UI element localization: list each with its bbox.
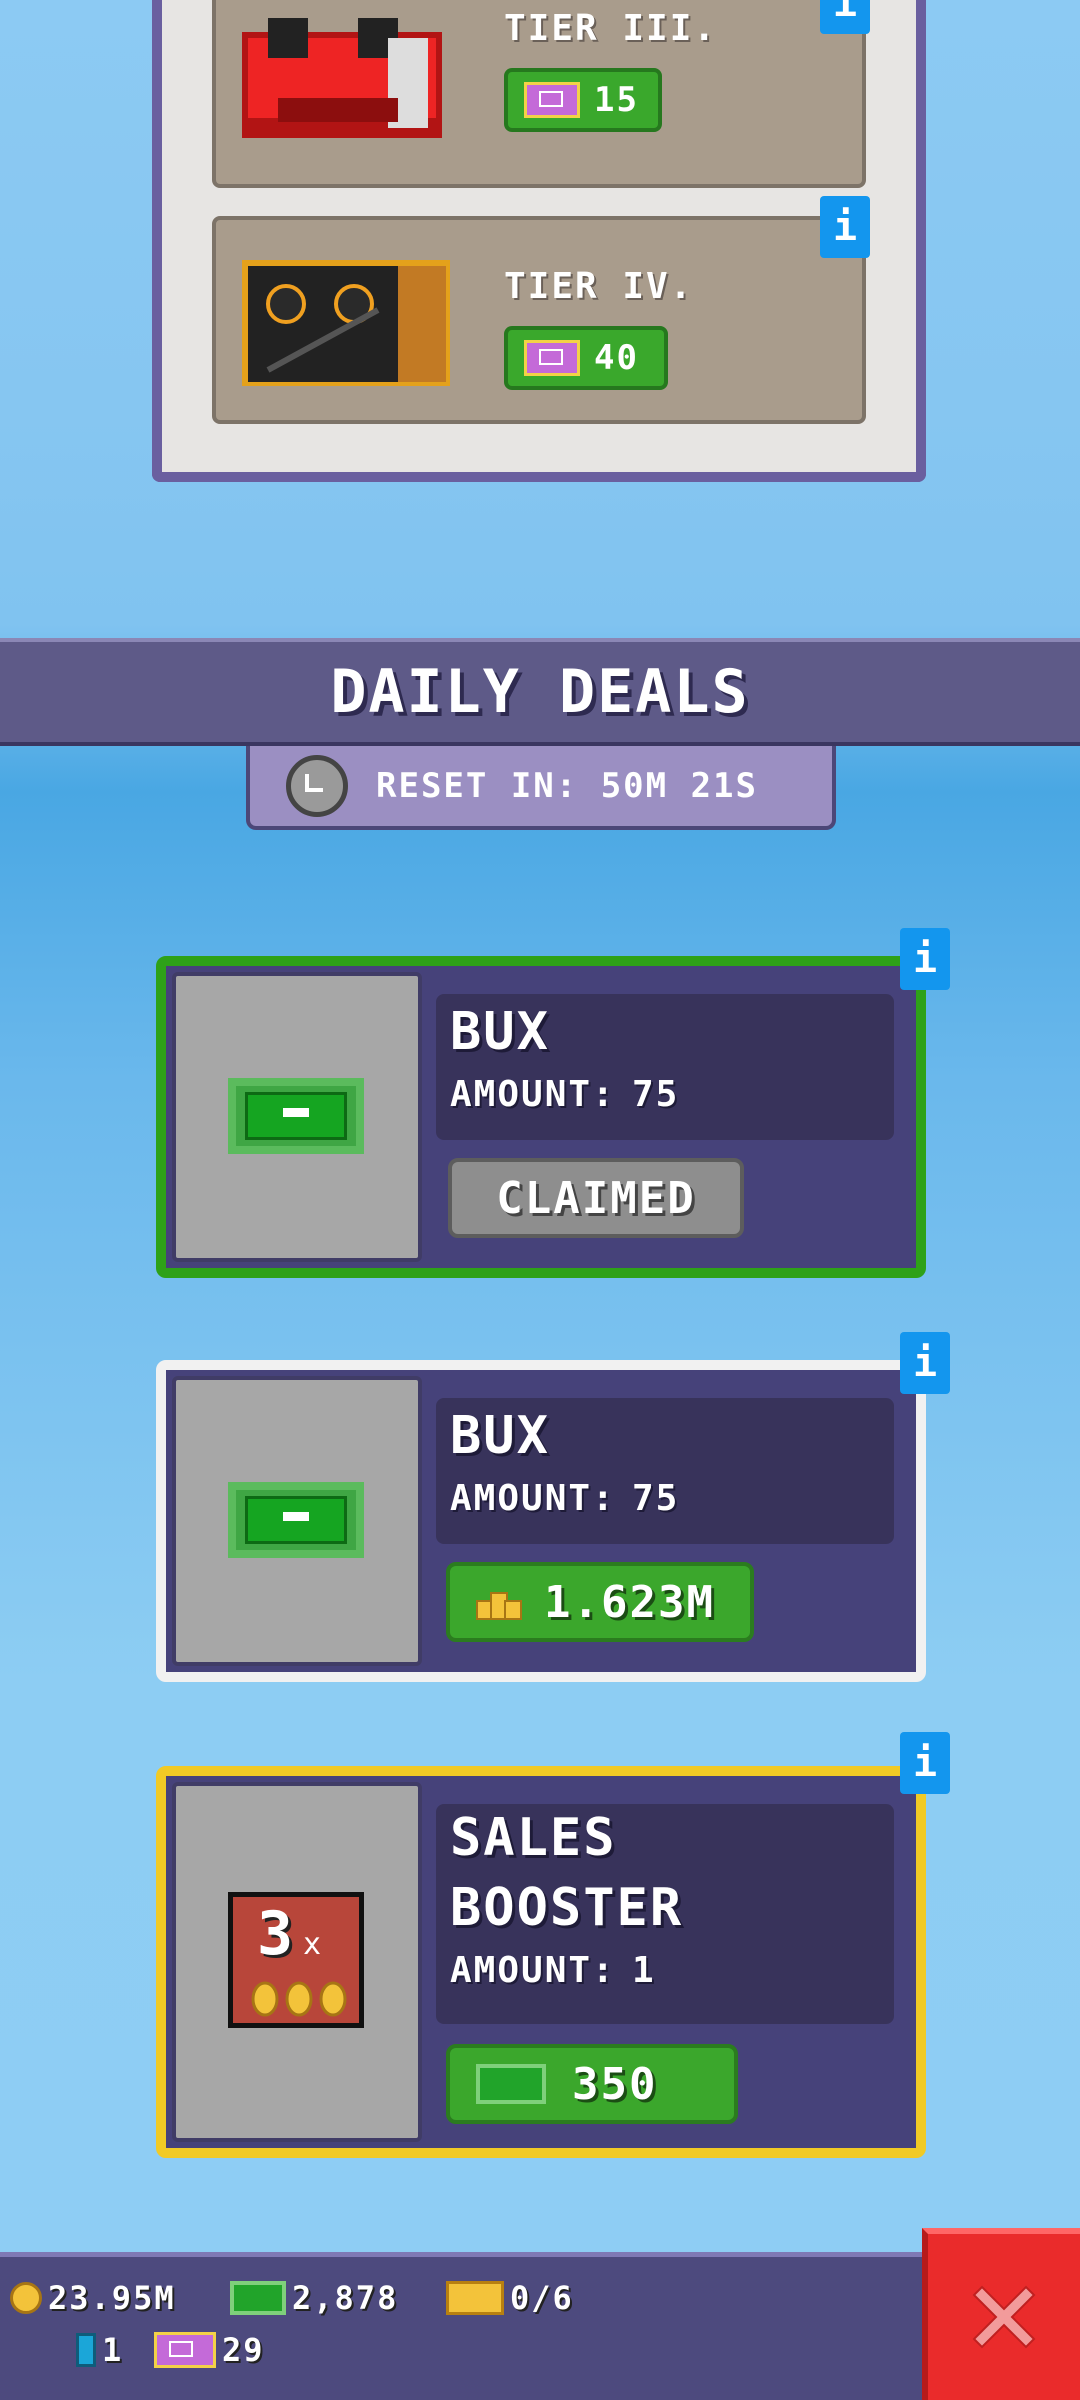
- claimed-button[interactable]: CLAIMED: [448, 1158, 744, 1238]
- tier-label: TIER III.: [504, 8, 718, 49]
- currency-bar: 23.95M 2,878 0/6 1 29: [0, 2252, 1080, 2400]
- tickets-stat: 29: [154, 2331, 265, 2369]
- info-icon[interactable]: i: [820, 0, 870, 34]
- deal-card-bux-claimed[interactable]: BUX AMOUNT: 75 CLAIMED: [156, 956, 926, 1278]
- tier-buy-button[interactable]: 40: [504, 326, 668, 390]
- price-value: 1.623M: [544, 1576, 715, 1628]
- price-value: 350: [572, 2058, 658, 2110]
- close-button[interactable]: [922, 2228, 1080, 2400]
- deal-amount-value: 75: [632, 1478, 680, 1519]
- deal-info: BUX AMOUNT: 75: [436, 994, 894, 1140]
- tier-label: TIER IV.: [504, 266, 694, 307]
- cash-icon: [476, 2064, 546, 2104]
- tier-card-3[interactable]: TIER III. 15: [212, 0, 866, 188]
- tier-price: 40: [594, 338, 639, 378]
- deal-amount-value: 1: [632, 1950, 656, 1991]
- red-crate-icon: [242, 18, 442, 138]
- ticket-icon: [524, 82, 580, 118]
- coins-stat: 23.95M: [10, 2279, 176, 2317]
- info-icon[interactable]: i: [900, 928, 950, 990]
- reset-text: RESET IN: 50M 21S: [376, 766, 758, 806]
- deal-info: SALES BOOSTER AMOUNT: 1: [436, 1804, 894, 2024]
- info-icon[interactable]: i: [900, 1332, 950, 1394]
- deal-card-bux[interactable]: BUX AMOUNT: 75 1.623M: [156, 1360, 926, 1682]
- coin-icon: [10, 2282, 42, 2314]
- info-icon[interactable]: i: [900, 1732, 950, 1794]
- deal-name-line1: SALES: [450, 1808, 617, 1868]
- daily-deals-header: DAILY DEALS: [0, 638, 1080, 746]
- deal-name: BUX: [450, 1406, 550, 1466]
- deal-amount-label: AMOUNT:: [450, 1074, 616, 1115]
- coins-icon: [476, 1586, 522, 1620]
- black-crate-icon: [242, 260, 450, 386]
- clock-icon: [286, 755, 348, 817]
- gem-icon: [76, 2333, 96, 2367]
- deal-amount-label: AMOUNT:: [450, 1478, 616, 1519]
- deal-amount-value: 75: [632, 1074, 680, 1115]
- close-icon: [972, 2285, 1036, 2349]
- deal-image-area: [172, 972, 422, 1262]
- ticket-icon: [524, 340, 580, 376]
- deal-image-area: [172, 1376, 422, 1666]
- ticket-icon: [154, 2332, 216, 2368]
- deal-info: BUX AMOUNT: 75: [436, 1398, 894, 1544]
- cash-icon: [228, 1482, 364, 1558]
- card-icon: [446, 2281, 504, 2315]
- deal-amount-label: AMOUNT:: [450, 1950, 616, 1991]
- cash-icon: [228, 1078, 364, 1154]
- tier-price: 15: [594, 80, 639, 120]
- bux-stat: 2,878: [230, 2279, 398, 2317]
- section-title: DAILY DEALS: [330, 657, 750, 727]
- cards-stat: 0/6: [446, 2279, 574, 2317]
- buy-with-coins-button[interactable]: 1.623M: [446, 1562, 754, 1642]
- info-icon[interactable]: i: [820, 196, 870, 258]
- deal-name: BUX: [450, 1002, 550, 1062]
- cash-icon: [230, 2281, 286, 2315]
- sales-booster-icon: 3 x: [228, 1892, 364, 2028]
- tier-card-4[interactable]: TIER IV. 40: [212, 216, 866, 424]
- buy-with-bux-button[interactable]: 350: [446, 2044, 738, 2124]
- deal-name-line2: BOOSTER: [450, 1878, 684, 1938]
- reset-timer: RESET IN: 50M 21S: [246, 746, 836, 830]
- gems-stat: 1: [76, 2331, 123, 2369]
- tier-buy-button[interactable]: 15: [504, 68, 662, 132]
